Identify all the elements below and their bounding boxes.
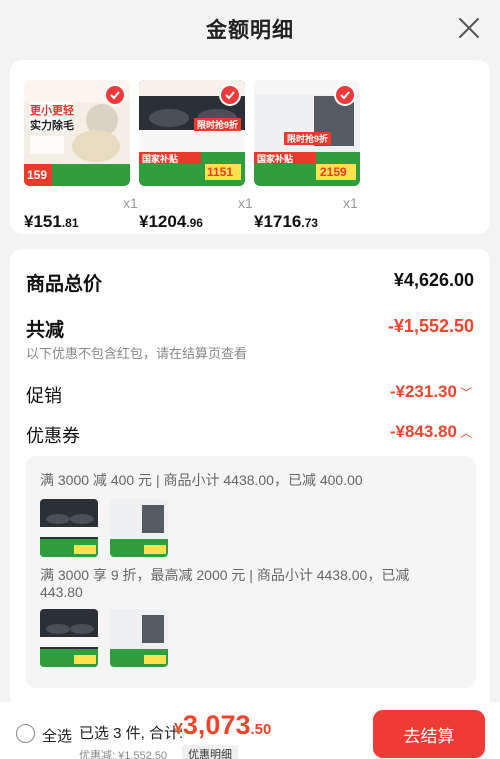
price-decimal: .96 — [186, 216, 203, 230]
reduce-label: 共减 — [26, 320, 65, 341]
amount-detail-card: 商品总价 ¥4,626.00 共减 -¥1,552.50 以下优惠不包含红包，请… — [10, 249, 490, 711]
product-image[interactable]: 限时抢9折 国家补贴 1151 — [139, 80, 245, 186]
product-banner-price: 1151 — [207, 165, 234, 179]
discount-detail-button[interactable]: 优惠明细 — [182, 745, 238, 759]
total-integer: 3,073 — [182, 710, 251, 740]
promo-toggle[interactable]: -¥231.30 ﹀ — [390, 382, 472, 402]
product-badge-2: 国家补贴 — [257, 154, 294, 164]
selected-count: 已选 3 件, 合计: — [79, 725, 184, 742]
chevron-down-icon: ﹀ — [459, 386, 472, 400]
products-card: 更小更轻 实力除毛 159 ¥151.81 x1 限时抢9折 国家补贴 1151… — [10, 60, 490, 234]
promo-value: -¥231.30 — [389, 382, 457, 401]
checked-icon[interactable] — [334, 84, 356, 106]
checkout-button[interactable]: 去结算 — [373, 710, 485, 758]
checked-icon[interactable] — [104, 84, 126, 106]
close-icon[interactable] — [456, 15, 482, 41]
checkout-bar: 全选 已选 3 件, 合计: ¥3,073.50 优惠减: ¥1,552.50 … — [0, 702, 500, 759]
product-banner-price: 159 — [27, 168, 48, 182]
price-decimal: .81 — [61, 216, 79, 230]
total-currency: ¥ — [174, 721, 183, 738]
total-amount: ¥3,073.50 — [174, 710, 271, 741]
coupon-rule-2-cont: 443.80 — [40, 584, 83, 600]
product-badge: 更小更轻 — [30, 105, 74, 117]
product-price: ¥151.81 — [24, 212, 79, 232]
coupon-product-thumb — [110, 609, 168, 667]
product-image[interactable]: 限时抢9折 国家补贴 2159 — [254, 80, 360, 186]
product-image[interactable]: 更小更轻 实力除毛 159 — [24, 80, 130, 186]
product-badge: 限时抢9折 — [194, 118, 242, 131]
coupon-product-thumb — [40, 609, 98, 667]
chevron-up-icon: ︿ — [459, 426, 472, 440]
coupon-rule-2: 满 3000 享 9 折，最高减 2000 元 | 商品小计 4438.00，已… — [40, 567, 410, 583]
select-all-radio[interactable] — [16, 724, 35, 743]
coupon-product-thumb — [110, 499, 168, 557]
goods-total-value: ¥4,626.00 — [393, 270, 474, 290]
select-all-label[interactable]: 全选 — [42, 725, 72, 746]
discount-summary: 优惠减: ¥1,552.50 — [79, 750, 168, 759]
product-quantity: x1 — [343, 195, 358, 211]
promo-label: 促销 — [26, 386, 62, 406]
product-item[interactable]: 更小更轻 实力除毛 159 ¥151.81 — [10, 80, 130, 231]
coupon-toggle[interactable]: -¥843.80 ︿ — [390, 422, 472, 442]
product-price: ¥1716.73 — [254, 212, 318, 232]
coupon-rule-1: 满 3000 减 400 元 | 商品小计 4438.00，已减 400.00 — [40, 472, 363, 488]
coupon-label: 优惠券 — [26, 426, 80, 446]
product-item[interactable]: 限时抢9折 国家补贴 2159 ¥1716.73 — [240, 80, 360, 231]
page-title: 金额明细 — [206, 19, 294, 42]
product-item[interactable]: 限时抢9折 国家补贴 1151 ¥1204.96 — [125, 80, 245, 231]
reduce-value: -¥1,552.50 — [387, 316, 474, 336]
coupon-detail-box: 满 3000 减 400 元 | 商品小计 4438.00，已减 400.00 … — [26, 456, 476, 688]
checked-icon[interactable] — [219, 84, 241, 106]
product-banner-price: 2159 — [320, 165, 347, 179]
coupon-product-thumb — [40, 499, 98, 557]
price-integer: ¥151 — [24, 212, 62, 231]
price-decimal: .73 — [301, 216, 318, 230]
total-decimal: .50 — [250, 721, 272, 738]
reduce-note: 以下优惠不包含红包，请在结算页查看 — [26, 346, 248, 361]
product-badge-2: 实力除毛 — [30, 120, 74, 132]
product-badge: 限时抢9折 — [284, 132, 332, 145]
coupon-value: -¥843.80 — [389, 422, 457, 441]
price-integer: ¥1716 — [254, 212, 302, 231]
product-price: ¥1204.96 — [139, 212, 203, 232]
price-integer: ¥1204 — [139, 212, 187, 231]
product-badge-2: 国家补贴 — [142, 154, 179, 164]
modal-header: 金额明细 — [0, 0, 500, 58]
goods-total-label: 商品总价 — [26, 274, 103, 295]
